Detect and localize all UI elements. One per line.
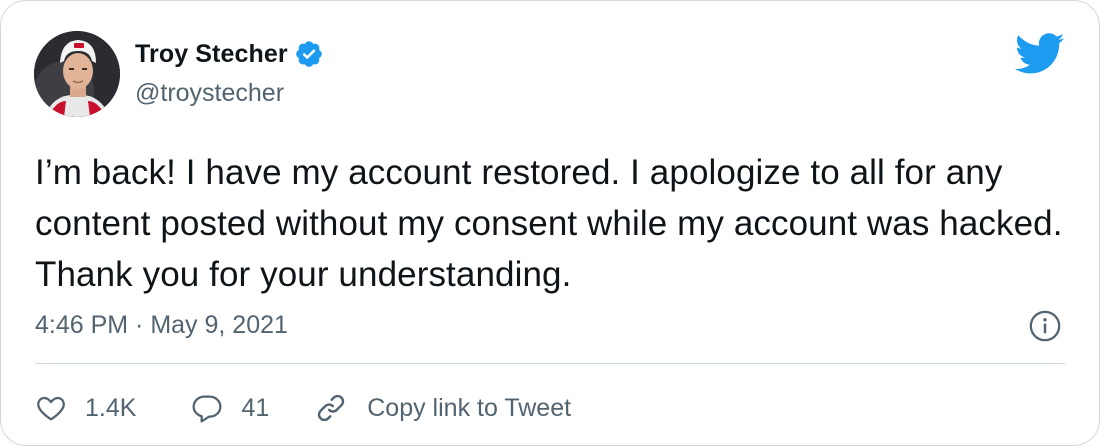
tweet-actions: 1.4K 41 Copy link to Tweet (35, 383, 571, 433)
heart-icon (35, 392, 67, 424)
reply-bubble-icon (191, 392, 223, 424)
tweet-timestamp[interactable]: 4:46 PM · May 9, 2021 (35, 308, 288, 342)
like-button[interactable]: 1.4K (35, 392, 136, 424)
author-display-name[interactable]: Troy Stecher (135, 40, 288, 69)
reply-button[interactable]: 41 (191, 392, 269, 424)
avatar[interactable] (34, 31, 120, 117)
reply-count: 41 (241, 393, 270, 422)
author-name-row[interactable]: Troy Stecher (135, 37, 324, 71)
divider (35, 363, 1065, 364)
copy-link-button[interactable]: Copy link to Tweet (315, 392, 571, 424)
verified-badge-icon (294, 39, 324, 69)
info-icon[interactable] (1028, 309, 1062, 343)
author-handle[interactable]: @troystecher (135, 79, 284, 108)
tweet-card[interactable]: Troy Stecher @troystecher I’m back! I ha… (0, 0, 1100, 446)
tweet-text: I’m back! I have my account restored. I … (35, 153, 1063, 294)
link-icon (315, 392, 347, 424)
avatar-image (34, 31, 120, 117)
copy-link-label: Copy link to Tweet (367, 393, 572, 422)
like-count: 1.4K (85, 393, 137, 422)
twitter-bird-icon[interactable] (1014, 33, 1065, 75)
